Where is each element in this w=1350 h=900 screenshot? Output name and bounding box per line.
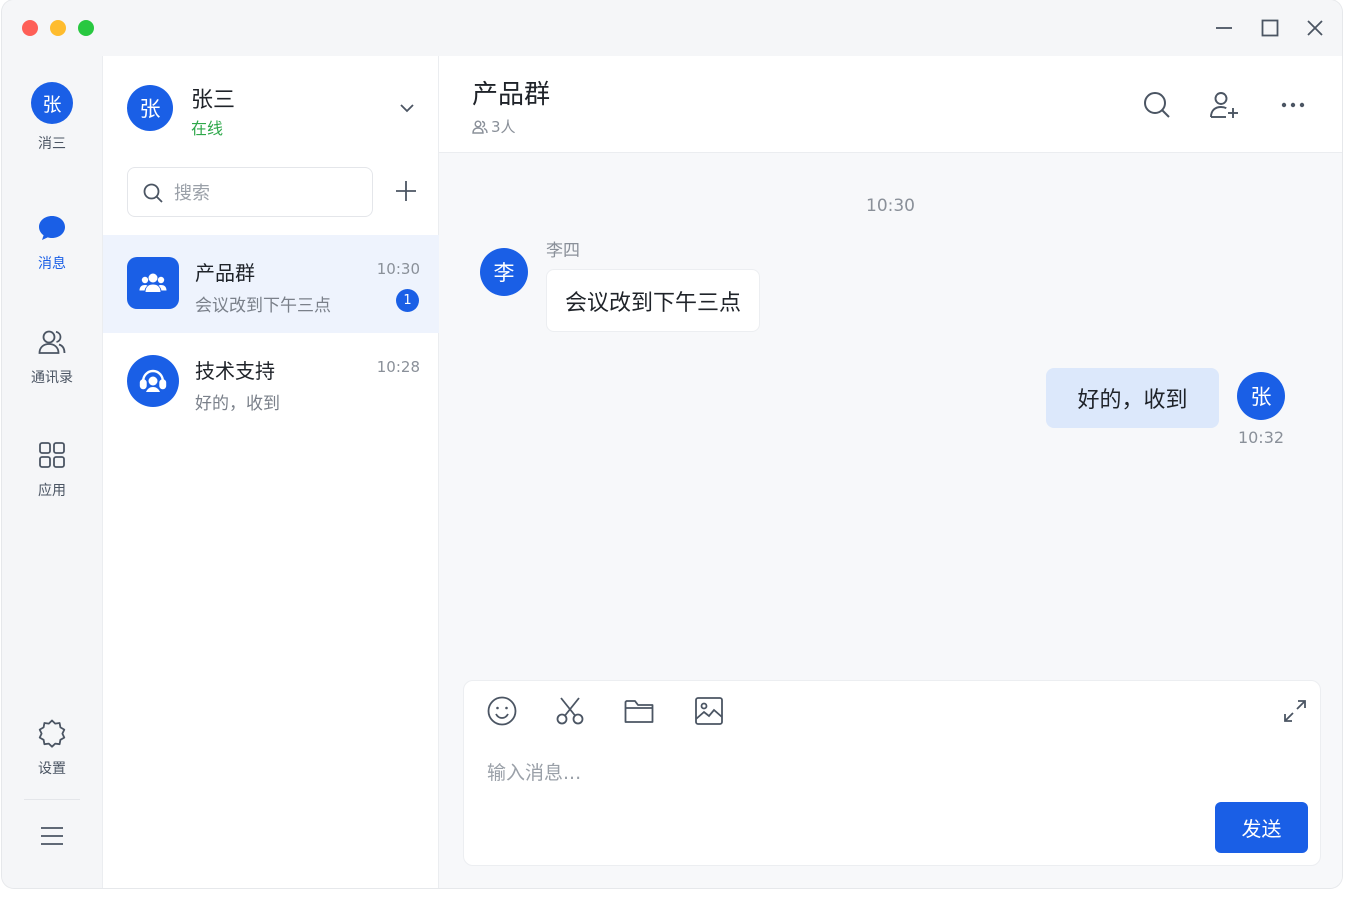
folder-icon (624, 700, 654, 723)
emoji-icon (487, 696, 517, 726)
chat-bubble-icon (39, 216, 65, 240)
screenshot-button[interactable] (553, 694, 587, 728)
close-button[interactable] (1301, 14, 1329, 42)
conversation-time: 10:28 (376, 358, 420, 376)
file-button[interactable] (622, 694, 656, 728)
nav-avatar-name: 消三 (38, 136, 66, 152)
sender-avatar[interactable]: 李 (480, 248, 528, 296)
chat-header: 产品群 3人 (439, 56, 1342, 153)
close-window-button[interactable] (22, 20, 38, 36)
member-count-text: 3人 (491, 118, 516, 136)
profile-name: 张三 (191, 88, 236, 113)
nav-menu-button[interactable] (2, 821, 102, 855)
profile-status: 在线 (191, 119, 224, 138)
search-icon (1144, 92, 1170, 118)
unread-badge: 1 (396, 289, 419, 312)
expand-composer-button[interactable] (1281, 697, 1309, 725)
search-icon (143, 183, 163, 203)
group-avatar (127, 257, 179, 309)
message-composer: 发送 (463, 680, 1321, 866)
more-horizontal-icon (1281, 102, 1305, 108)
search-box (127, 167, 373, 217)
time-divider: 10:30 (866, 196, 915, 216)
nav-item-label: 通讯录 (31, 370, 73, 386)
settings-icon (38, 719, 66, 748)
zoom-window-button[interactable] (78, 20, 94, 36)
conversation-name: 产品群 (195, 261, 255, 285)
chat-search-button[interactable] (1141, 89, 1173, 121)
add-chat-button[interactable] (393, 178, 419, 204)
hamburger-menu-icon (41, 827, 63, 845)
message-input[interactable] (487, 758, 1187, 798)
app-window: 张 消三 消息 通讯录 应用 设置 张 张三 在线 搜索 产品群 会议改到下午三… (2, 0, 1342, 888)
plus-icon (396, 181, 416, 201)
nav-item-contacts[interactable]: 通讯录 (2, 327, 102, 397)
conversation-preview: 会议改到下午三点 (195, 296, 331, 316)
profile-dropdown[interactable] (397, 98, 417, 118)
emoji-button[interactable] (485, 694, 519, 728)
member-count[interactable]: 3人 (472, 116, 516, 137)
maximize-button[interactable] (1256, 14, 1284, 42)
minimize-icon (1216, 27, 1232, 29)
conversation-panel: 张 张三 在线 搜索 产品群 会议改到下午三点 10:30 1 技术支持 好的，… (102, 56, 439, 888)
sender-name: 李四 (546, 241, 580, 261)
conversation-name: 技术支持 (195, 359, 275, 383)
image-icon (695, 697, 723, 725)
support-avatar (127, 355, 179, 407)
send-button[interactable]: 发送 (1215, 802, 1308, 853)
nav-item-label: 应用 (38, 483, 66, 499)
scissors-icon (556, 697, 584, 725)
incoming-message-bubble[interactable]: 会议改到下午三点 (546, 269, 761, 332)
minimize-button[interactable] (1210, 14, 1238, 42)
conversation-preview: 好的，收到 (195, 394, 280, 414)
add-user-icon (1210, 92, 1238, 118)
nav-item-label: 消息 (38, 256, 66, 272)
minimize-window-button[interactable] (50, 20, 66, 36)
outgoing-message-bubble[interactable]: 好的，收到 (1046, 368, 1219, 428)
left-nav: 张 消三 消息 通讯录 应用 设置 (2, 56, 102, 888)
members-icon (472, 120, 488, 134)
contacts-icon (38, 330, 66, 354)
nav-item-apps[interactable]: 应用 (2, 440, 102, 510)
conversation-item-tech-support[interactable]: 技术支持 好的，收到 10:28 (103, 333, 439, 431)
nav-item-label: 设置 (38, 761, 66, 777)
maximize-icon (1261, 19, 1279, 37)
title-bar (2, 0, 1342, 56)
nav-avatar[interactable]: 张 (31, 82, 73, 124)
more-options-button[interactable] (1277, 89, 1309, 121)
chevron-down-icon (400, 104, 414, 113)
headset-support-icon (139, 369, 167, 392)
expand-icon (1284, 700, 1306, 722)
apps-grid-icon (39, 442, 65, 468)
group-icon (139, 273, 167, 292)
profile-avatar[interactable]: 张 (127, 85, 173, 131)
conversation-item-product-group[interactable]: 产品群 会议改到下午三点 10:30 1 (103, 235, 439, 333)
conversation-time: 10:30 (376, 260, 420, 278)
add-member-button[interactable] (1208, 89, 1240, 121)
search-input[interactable] (174, 180, 364, 206)
nav-divider (24, 799, 80, 800)
image-button[interactable] (692, 694, 726, 728)
chat-title: 产品群 (472, 80, 551, 110)
message-time: 10:32 (1237, 428, 1285, 447)
nav-item-settings[interactable]: 设置 (2, 718, 102, 788)
close-icon (1307, 20, 1323, 36)
nav-item-messages[interactable]: 消息 (2, 213, 102, 283)
chat-area: 产品群 3人 10:30 李 李四 会议改到下午三点 好的，收到 张 10:32… (439, 56, 1342, 888)
self-avatar[interactable]: 张 (1237, 372, 1285, 420)
